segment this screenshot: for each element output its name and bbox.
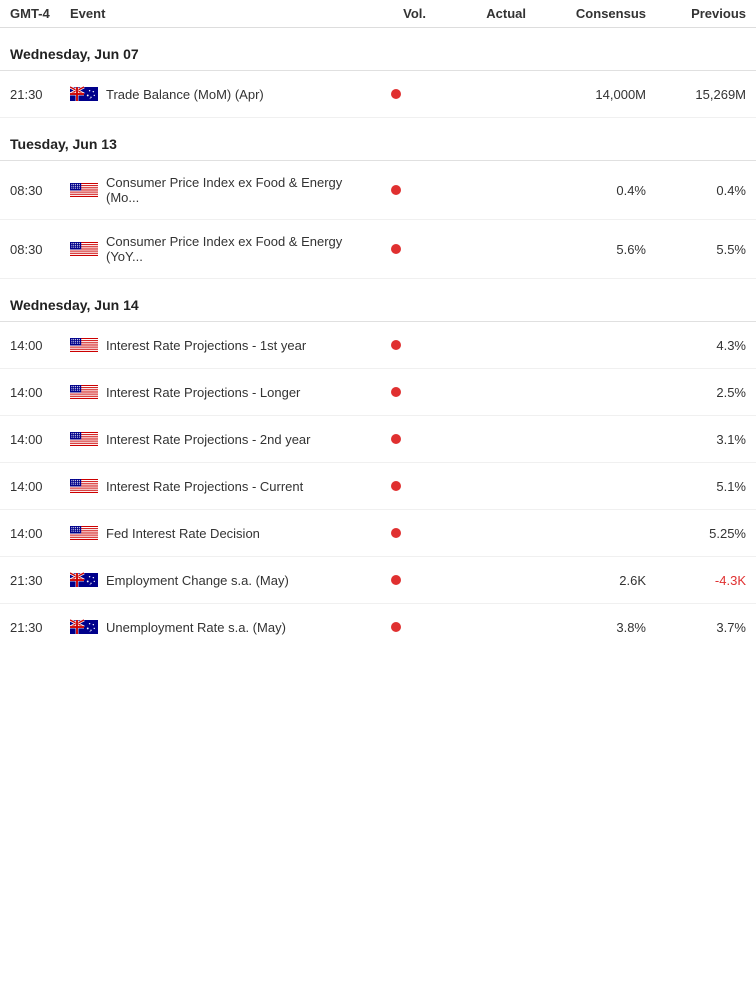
event-previous: 15,269M [646,87,746,102]
event-name: Fed Interest Rate Decision [106,526,260,541]
event-country-name: Fed Interest Rate Decision [70,524,366,542]
event-country-name: Consumer Price Index ex Food & Energy (M… [70,175,366,205]
table-row: 14:00 Interest Rate Projections - 2nd ye… [0,416,756,463]
event-consensus: 2.6K [526,573,646,588]
event-volatility [366,620,426,635]
us-flag-icon [70,430,98,448]
event-time: 21:30 [10,87,70,102]
section-header-section-wed-jun14: Wednesday, Jun 14 [0,279,756,321]
event-country-name: Trade Balance (MoM) (Apr) [70,85,366,103]
event-volatility [366,87,426,102]
event-consensus: 3.8% [526,620,646,635]
event-country-name: Employment Change s.a. (May) [70,571,366,589]
table-header: GMT-4 Event Vol. Actual Consensus Previo… [0,0,756,28]
event-name: Consumer Price Index ex Food & Energy (Y… [106,234,366,264]
volatility-dot-icon [391,340,401,350]
event-name: Interest Rate Projections - Longer [106,385,300,400]
australia-flag-icon [70,618,98,636]
event-name: Consumer Price Index ex Food & Energy (M… [106,175,366,205]
us-flag-icon [70,383,98,401]
event-time: 08:30 [10,242,70,257]
event-previous: 5.5% [646,242,746,257]
event-country-name: Unemployment Rate s.a. (May) [70,618,366,636]
event-country-name: Interest Rate Projections - Longer [70,383,366,401]
event-name: Interest Rate Projections - 1st year [106,338,306,353]
header-event: Event [70,6,366,21]
event-time: 14:00 [10,432,70,447]
event-previous: 2.5% [646,385,746,400]
table-row: 21:30 Trade Balance (MoM) (Apr) 14,000M15… [0,71,756,118]
table-row: 14:00 Fed Interest Rate Decision 5.25% [0,510,756,557]
event-time: 08:30 [10,183,70,198]
volatility-dot-icon [391,622,401,632]
us-flag-icon [70,336,98,354]
event-previous: 5.1% [646,479,746,494]
us-flag-icon [70,181,98,199]
event-volatility [366,242,426,257]
table-row: 14:00 Interest Rate Projections - Curren… [0,463,756,510]
event-name: Unemployment Rate s.a. (May) [106,620,286,635]
australia-flag-icon [70,85,98,103]
table-row: 21:30 Unemployment Rate s.a. (May) 3.8%3.… [0,604,756,650]
event-time: 14:00 [10,526,70,541]
volatility-dot-icon [391,481,401,491]
event-previous: 5.25% [646,526,746,541]
event-volatility [366,479,426,494]
australia-flag-icon [70,571,98,589]
volatility-dot-icon [391,185,401,195]
section-header-section-wed-jun07: Wednesday, Jun 07 [0,28,756,70]
event-previous: 3.1% [646,432,746,447]
us-flag-icon [70,524,98,542]
event-volatility [366,573,426,588]
event-time: 14:00 [10,479,70,494]
event-name: Trade Balance (MoM) (Apr) [106,87,264,102]
event-name: Employment Change s.a. (May) [106,573,289,588]
table-row: 21:30 Employment Change s.a. (May) 2.6K-4… [0,557,756,604]
section-header-section-tue-jun13: Tuesday, Jun 13 [0,118,756,160]
event-consensus: 0.4% [526,183,646,198]
header-actual: Actual [426,6,526,21]
volatility-dot-icon [391,434,401,444]
event-time: 21:30 [10,573,70,588]
event-previous: 0.4% [646,183,746,198]
event-volatility [366,338,426,353]
us-flag-icon [70,240,98,258]
event-consensus: 5.6% [526,242,646,257]
calendar-container: GMT-4 Event Vol. Actual Consensus Previo… [0,0,756,650]
volatility-dot-icon [391,528,401,538]
event-country-name: Interest Rate Projections - Current [70,477,366,495]
event-country-name: Consumer Price Index ex Food & Energy (Y… [70,234,366,264]
header-timezone: GMT-4 [10,6,70,21]
event-country-name: Interest Rate Projections - 1st year [70,336,366,354]
volatility-dot-icon [391,575,401,585]
event-time: 14:00 [10,385,70,400]
header-vol: Vol. [366,6,426,21]
table-row: 14:00 Interest Rate Projections - 1st ye… [0,322,756,369]
header-consensus: Consensus [526,6,646,21]
event-name: Interest Rate Projections - 2nd year [106,432,311,447]
event-volatility [366,432,426,447]
event-previous: 3.7% [646,620,746,635]
calendar-body: Wednesday, Jun 0721:30 Trade Balance (Mo… [0,28,756,650]
event-previous: -4.3K [646,573,746,588]
volatility-dot-icon [391,244,401,254]
table-row: 14:00 Interest Rate Projections - Longer… [0,369,756,416]
event-volatility [366,526,426,541]
event-time: 21:30 [10,620,70,635]
table-row: 08:30 Consumer Price Index ex Food & Ene… [0,161,756,220]
us-flag-icon [70,477,98,495]
event-previous: 4.3% [646,338,746,353]
event-name: Interest Rate Projections - Current [106,479,303,494]
table-row: 08:30 Consumer Price Index ex Food & Ene… [0,220,756,279]
event-volatility [366,385,426,400]
volatility-dot-icon [391,387,401,397]
event-time: 14:00 [10,338,70,353]
event-country-name: Interest Rate Projections - 2nd year [70,430,366,448]
header-previous: Previous [646,6,746,21]
volatility-dot-icon [391,89,401,99]
event-volatility [366,183,426,198]
event-consensus: 14,000M [526,87,646,102]
